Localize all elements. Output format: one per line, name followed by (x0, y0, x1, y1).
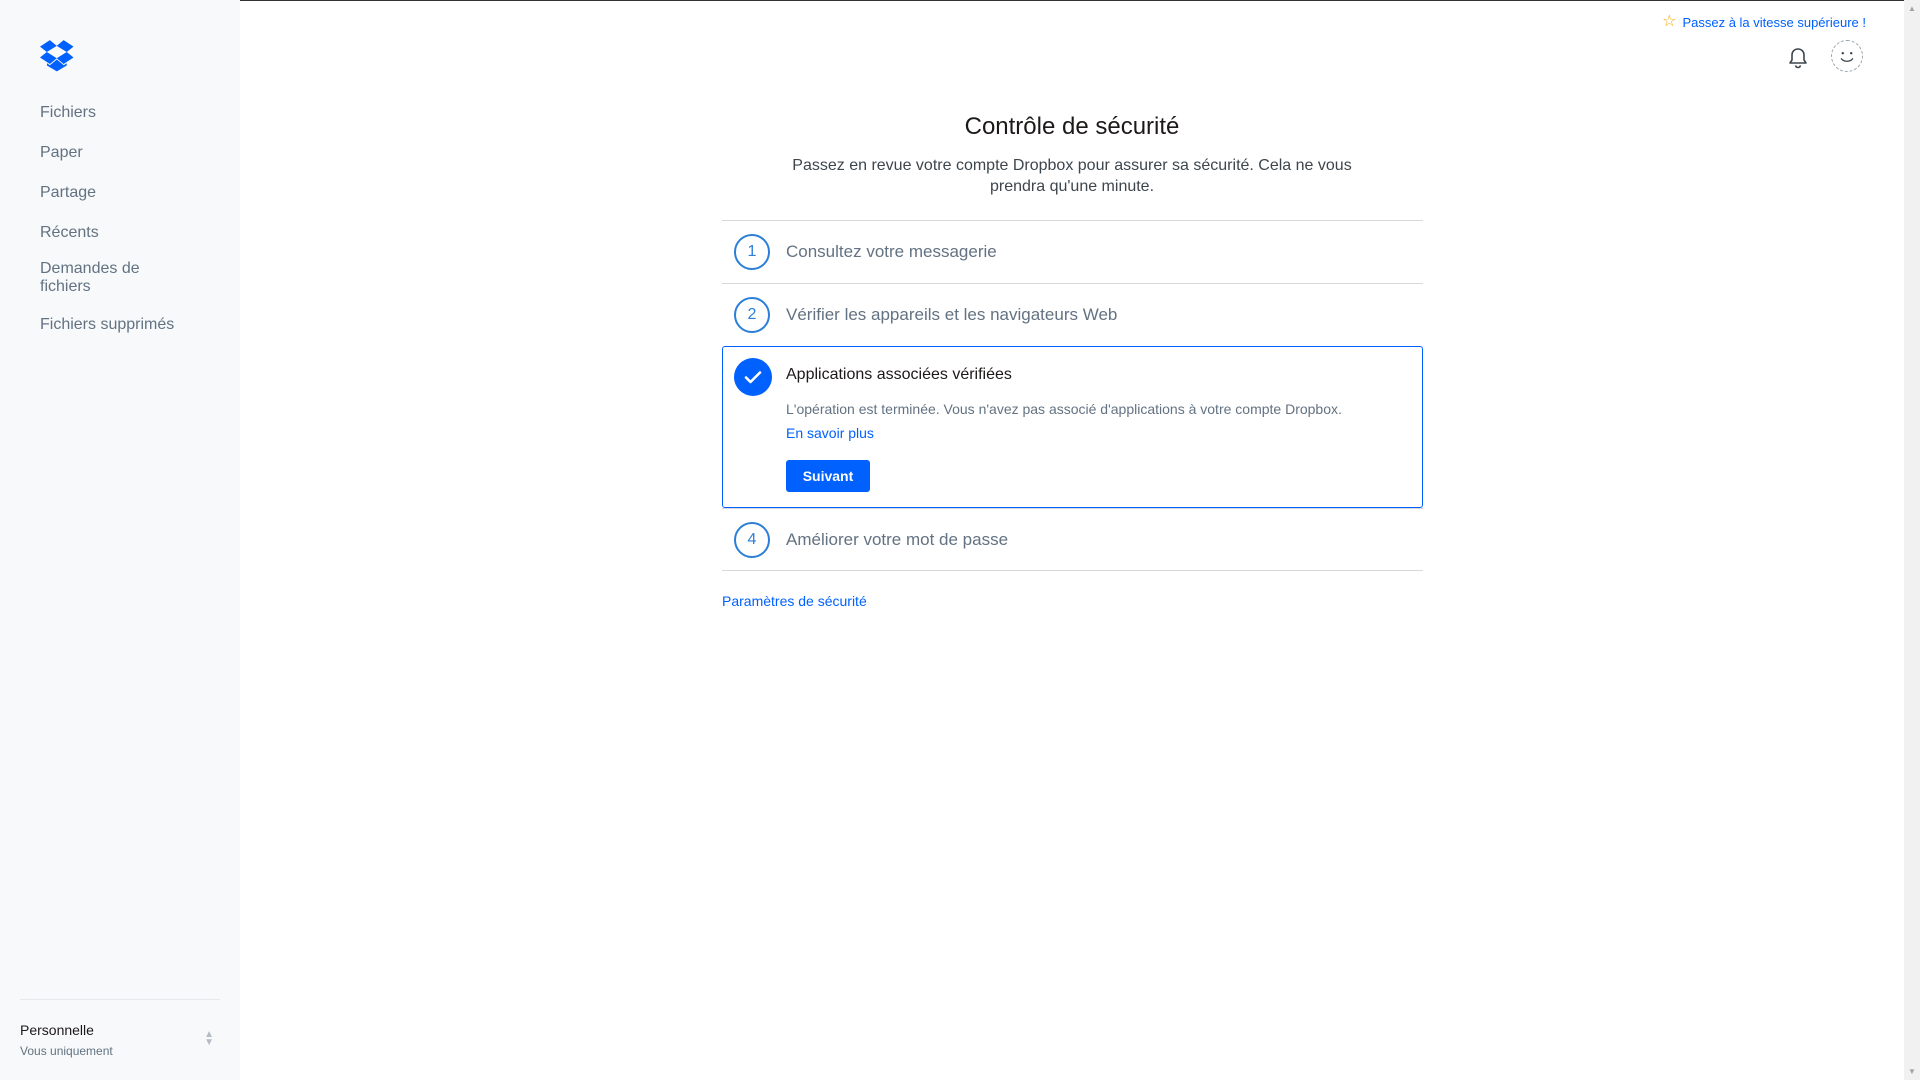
step-number: 2 (734, 297, 770, 333)
star-icon: ☆ (1662, 13, 1677, 30)
sidebar-item-deleted-files[interactable]: Fichiers supprimés (40, 316, 230, 334)
bell-icon[interactable] (1787, 46, 1809, 70)
page-title: Contrôle de sécurité (964, 113, 1180, 140)
sidebar-divider (20, 999, 220, 1000)
step-title: Applications associées vérifiées (786, 366, 1012, 383)
upgrade-label: Passez à la vitesse supérieure ! (1682, 14, 1866, 30)
dropbox-logo-icon[interactable] (40, 40, 74, 72)
account-switcher[interactable]: Personnelle Vous uniquement ▲ ▼ (20, 1021, 220, 1065)
security-steps: 1 Consultez votre messagerie 2 Vérifier … (722, 220, 1423, 571)
chevron-updown-icon: ▲ ▼ (204, 1029, 214, 1048)
step-check-email[interactable]: 1 Consultez votre messagerie (722, 220, 1423, 283)
scroll-down-icon[interactable]: ▼ (1908, 1067, 1916, 1076)
step-label: Vérifier les appareils et les navigateur… (786, 305, 1118, 324)
step-check-devices[interactable]: 2 Vérifier les appareils et les navigate… (722, 283, 1423, 346)
step-number: 4 (734, 521, 770, 558)
next-button[interactable]: Suivant (786, 460, 870, 492)
sidebar-item-file-requests[interactable]: Demandes de fichiers (40, 260, 180, 296)
page-subtitle: Passez en revue votre compte Dropbox pou… (792, 157, 1352, 195)
step-label: Améliorer votre mot de passe (786, 529, 1009, 549)
step-number: 1 (734, 234, 770, 270)
step-linked-apps: Applications associées vérifiées L'opéra… (722, 346, 1423, 508)
security-settings-link[interactable]: Paramètres de sécurité (722, 593, 867, 609)
scrollbar[interactable]: ▲ ▼ (1904, 0, 1920, 1080)
sidebar-item-paper[interactable]: Paper (40, 144, 230, 162)
account-name: Personnelle (20, 1022, 94, 1038)
scroll-up-icon[interactable]: ▲ (1908, 4, 1916, 13)
step-improve-password[interactable]: 4 Améliorer votre mot de passe (722, 508, 1423, 571)
avatar[interactable] (1831, 40, 1863, 72)
window-top-border (0, 0, 1920, 1)
sidebar-item-sharing[interactable]: Partage (40, 184, 230, 202)
step-label: Consultez votre messagerie (786, 242, 997, 261)
account-subtitle: Vous uniquement (20, 1044, 113, 1058)
sidebar: Fichiers Paper Partage Récents Demandes … (0, 0, 240, 1080)
sidebar-item-recents[interactable]: Récents (40, 224, 230, 242)
checkmark-icon (734, 358, 772, 396)
sidebar-item-files[interactable]: Fichiers (40, 104, 230, 122)
sidebar-nav: Fichiers Paper Partage Récents Demandes … (40, 104, 230, 356)
learn-more-link[interactable]: En savoir plus (786, 425, 874, 441)
upgrade-link[interactable]: ☆ Passez à la vitesse supérieure ! (1662, 14, 1866, 30)
step-description: L'opération est terminée. Vous n'avez pa… (786, 401, 1342, 417)
